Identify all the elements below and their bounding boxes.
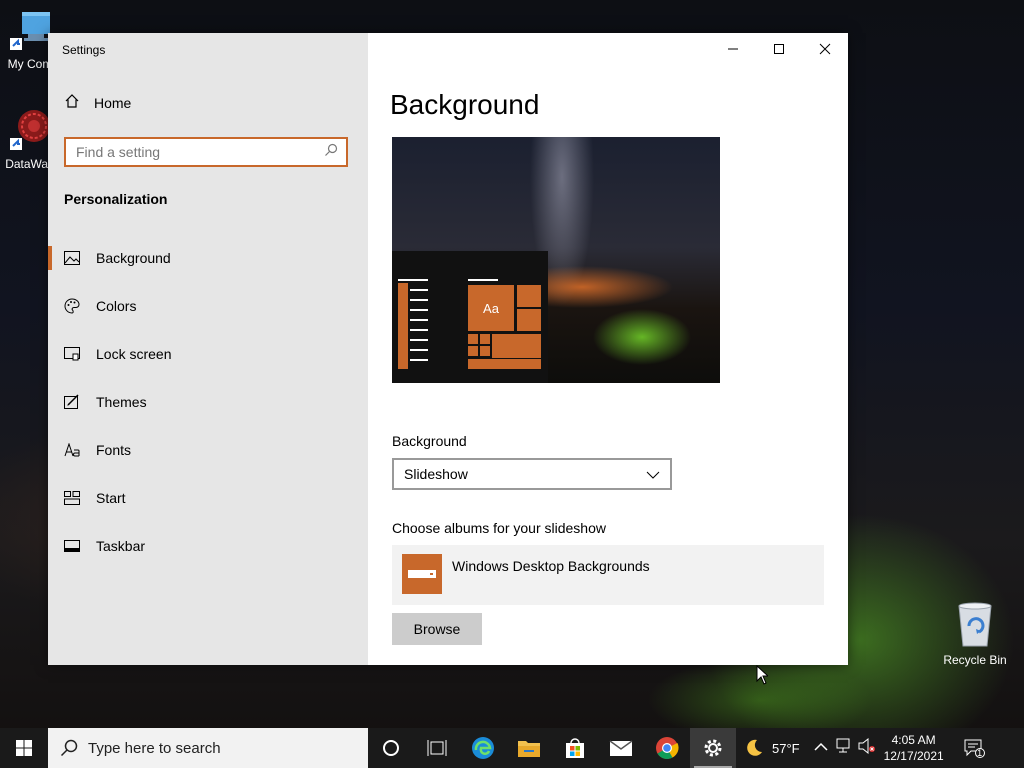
preview-tile: [517, 285, 541, 307]
preview-tile: [480, 334, 490, 344]
palette-icon: [64, 298, 80, 314]
sidebar-item-start[interactable]: Start: [48, 474, 368, 522]
windows-logo-icon: [16, 740, 32, 756]
preview-tile: [480, 346, 490, 356]
desktop-icon-recycle-bin[interactable]: Recycle Bin: [940, 600, 1010, 667]
section-title: Personalization: [64, 191, 168, 207]
notification-count: 1: [977, 748, 983, 758]
albums-label: Choose albums for your slideshow: [392, 520, 606, 536]
home-icon: [64, 93, 80, 112]
preview-lines: [410, 279, 428, 369]
clock-date: 12/17/2021: [883, 749, 944, 763]
find-setting-search[interactable]: [64, 137, 348, 167]
preview-tile: [468, 346, 478, 356]
folder-icon: [518, 741, 540, 757]
store-icon: [566, 738, 584, 758]
preview-start-menu: Aa: [392, 251, 548, 383]
mail-button[interactable]: [598, 728, 644, 768]
sidebar-nav: Background Colors Lock screen Themes Fon…: [48, 234, 368, 570]
network-icon[interactable]: [834, 738, 852, 759]
sidebar-item-label: Background: [96, 250, 171, 266]
taskbar-search[interactable]: Type here to search: [48, 728, 368, 768]
system-tray: [814, 737, 876, 759]
chrome-button[interactable]: [644, 728, 690, 768]
taskbar-search-placeholder: Type here to search: [88, 739, 221, 757]
search-icon: [60, 739, 78, 757]
sidebar-item-label: Fonts: [96, 442, 132, 458]
sidebar-item-label: Taskbar: [96, 538, 146, 554]
preview-tiles: Aa: [468, 285, 542, 371]
mail-icon: [609, 740, 633, 756]
weather-temp: 57°F: [772, 740, 800, 756]
chrome-icon: [656, 737, 679, 759]
preview-line: [468, 279, 498, 281]
gear-icon: [704, 739, 722, 757]
window-title: Settings: [62, 43, 106, 57]
main-content: Background Aa Background Slideshow Choos…: [390, 33, 848, 665]
picture-icon: [64, 250, 80, 266]
preview-tile: [517, 309, 541, 331]
cortana-button[interactable]: [368, 728, 414, 768]
sidebar-item-themes[interactable]: Themes: [48, 378, 368, 426]
folder-icon: [402, 554, 442, 594]
background-preview: Aa: [392, 137, 720, 383]
chevron-up-icon[interactable]: [814, 739, 828, 757]
dropdown-value: Slideshow: [404, 466, 468, 482]
page-title: Background: [390, 89, 540, 120]
clock[interactable]: 4:05 AM 12/17/2021: [884, 732, 944, 764]
sidebar-item-lock-screen[interactable]: Lock screen: [48, 330, 368, 378]
album-name: Windows Desktop Backgrounds: [452, 558, 650, 574]
themes-icon: [64, 394, 80, 410]
start-icon: [64, 490, 80, 506]
sidebar-item-label: Themes: [96, 394, 147, 410]
preview-tile: Aa: [468, 285, 514, 331]
sidebar-item-colors[interactable]: Colors: [48, 282, 368, 330]
lock-screen-icon: [64, 346, 80, 362]
file-explorer-button[interactable]: [506, 728, 552, 768]
sidebar-item-label: Colors: [96, 298, 137, 314]
desktop-icon-label: Recycle Bin: [943, 653, 1007, 667]
sidebar-item-label: Lock screen: [96, 346, 172, 362]
mouse-cursor-icon: [756, 664, 770, 690]
sidebar: Settings Home Personalization Background: [48, 33, 368, 665]
sidebar-item-background[interactable]: Background: [48, 234, 368, 282]
home-label: Home: [94, 94, 132, 111]
moon-icon: [747, 739, 762, 756]
sidebar-item-label: Start: [96, 490, 126, 506]
settings-window: Settings Home Personalization Background: [48, 33, 848, 665]
find-setting-input[interactable]: [74, 143, 324, 161]
weather-widget[interactable]: 57°F: [744, 738, 800, 758]
fonts-icon: [64, 442, 80, 458]
background-type-dropdown[interactable]: Slideshow: [392, 458, 672, 490]
start-button[interactable]: [0, 728, 48, 768]
cortana-icon: [383, 740, 399, 756]
task-view-button[interactable]: [414, 728, 460, 768]
chevron-down-icon: [646, 466, 660, 482]
edge-icon: [472, 737, 494, 759]
taskbar-apps: [368, 728, 736, 768]
settings-taskbar-button[interactable]: [690, 728, 736, 768]
notification-center-button[interactable]: 1: [956, 728, 992, 768]
recycle-bin-icon: [940, 600, 1010, 651]
preview-tile: [468, 359, 541, 369]
task-view-icon: [427, 740, 447, 756]
taskbar-icon: [64, 538, 80, 554]
sidebar-item-taskbar[interactable]: Taskbar: [48, 522, 368, 570]
volume-muted-icon[interactable]: [858, 737, 876, 759]
sidebar-item-fonts[interactable]: Fonts: [48, 426, 368, 474]
store-button[interactable]: [552, 728, 598, 768]
search-icon: [324, 143, 338, 162]
preview-tile: [468, 334, 478, 344]
background-label: Background: [392, 433, 467, 449]
browse-button[interactable]: Browse: [392, 613, 482, 645]
clock-time: 4:05 AM: [891, 733, 936, 747]
taskbar: Type here to search 57°F 4:05 AM 12/17/2…: [0, 728, 1024, 768]
preview-strip: [398, 283, 408, 369]
album-item[interactable]: Windows Desktop Backgrounds: [392, 545, 824, 605]
preview-tile: [492, 334, 541, 358]
sidebar-home[interactable]: Home: [64, 93, 131, 112]
edge-button[interactable]: [460, 728, 506, 768]
